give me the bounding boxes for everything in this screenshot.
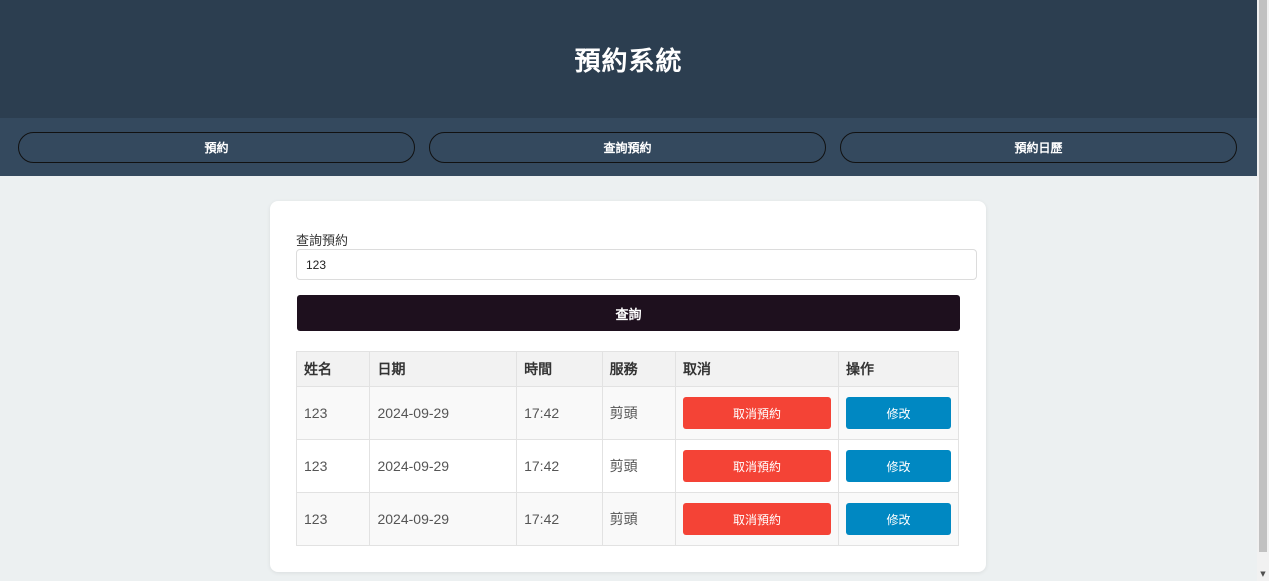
cell-name: 123 [295,492,371,546]
vertical-scrollbar[interactable]: ▼ [1257,0,1269,581]
cell-date: 2024-09-29 [369,439,518,493]
cell-service: 剪頭 [601,386,676,440]
cell-actions: 修改 [837,439,960,493]
cell-time: 17:42 [516,492,603,546]
table-row: 123 2024-09-29 17:42 剪頭 取消預約 修改 [295,386,960,440]
search-button[interactable]: 查詢 [297,295,960,331]
page: 預約系統 預約 查詢預約 預約日歷 查詢預約 查詢 姓名 日期 時間 [0,0,1269,581]
scrollbar-thumb[interactable] [1259,0,1267,552]
booking-table: 姓名 日期 時間 服務 取消 操作 123 2024-09-29 17:42 剪… [295,351,960,546]
column-header-cancel: 取消 [674,351,839,387]
column-header-name: 姓名 [295,351,371,387]
column-header-service: 服務 [601,351,676,387]
main-nav: 預約 查詢預約 預約日歷 [0,118,1257,176]
cell-actions: 修改 [837,492,960,546]
cell-name: 123 [295,439,371,493]
edit-booking-button[interactable]: 修改 [845,503,951,535]
cell-date: 2024-09-29 [369,386,518,440]
cell-cancel: 取消預約 [674,492,839,546]
cell-time: 17:42 [516,439,603,493]
cell-cancel: 取消預約 [674,386,839,440]
cell-actions: 修改 [837,386,960,440]
column-header-actions: 操作 [837,351,960,387]
nav-button-booking[interactable]: 預約 [18,131,415,163]
cell-service: 剪頭 [601,492,676,546]
edit-booking-button[interactable]: 修改 [845,450,951,482]
nav-button-query-booking[interactable]: 查詢預約 [429,131,826,163]
table-row: 123 2024-09-29 17:42 剪頭 取消預約 修改 [295,439,960,493]
cell-cancel: 取消預約 [674,439,839,493]
cell-time: 17:42 [516,386,603,440]
scroll-down-arrow-icon[interactable]: ▼ [1257,567,1269,581]
cancel-booking-button[interactable]: 取消預約 [682,450,831,482]
cancel-booking-button[interactable]: 取消預約 [682,503,831,535]
column-header-time: 時間 [516,351,603,387]
edit-booking-button[interactable]: 修改 [845,397,951,429]
cell-service: 剪頭 [601,439,676,493]
table-header-row: 姓名 日期 時間 服務 取消 操作 [295,351,960,387]
column-header-date: 日期 [369,351,518,387]
query-card: 查詢預約 查詢 姓名 日期 時間 服務 取消 操作 [270,201,986,572]
table-row: 123 2024-09-29 17:42 剪頭 取消預約 修改 [295,492,960,546]
cancel-booking-button[interactable]: 取消預約 [682,397,831,429]
page-title: 預約系統 [574,46,683,77]
search-label: 查詢預約 [296,234,349,249]
cell-name: 123 [295,386,371,440]
nav-button-booking-calendar[interactable]: 預約日歷 [840,131,1237,163]
cell-date: 2024-09-29 [369,492,518,546]
app-header: 預約系統 [0,0,1257,118]
search-input[interactable] [296,249,977,280]
